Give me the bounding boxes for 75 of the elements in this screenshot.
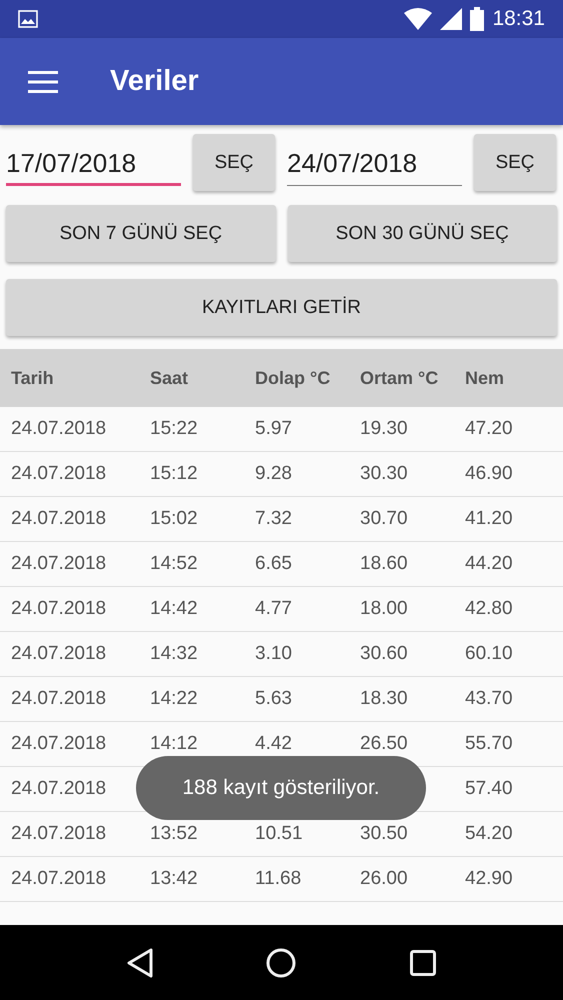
select-date-button[interactable]: SEÇ [193,134,275,191]
table-cell-text: 30.50 [360,823,409,845]
table-cell-text: 6.65 [255,553,293,575]
column-header: Nem [465,368,506,388]
table-cell-text: 43.70 [465,688,514,710]
battery-icon [470,7,484,31]
column-header: Ortam °C [360,368,440,388]
table-cell-text: 60.10 [465,643,514,665]
screen-title: Veriler [110,65,199,98]
clock: 18:31 [492,7,545,31]
table-cell-text: 19.30 [360,418,409,440]
column-header: Saat [150,368,190,388]
table-cell-text: 14:22 [150,688,199,710]
select-date-button[interactable]: SEÇ [474,134,556,191]
date-field[interactable]: 17/07/2018 [6,140,181,186]
table-cell-text: 24.07.2018 [11,733,108,755]
table-cell-text: 26.00 [360,868,409,890]
table-cell-text: 5.97 [255,418,293,440]
table-cell-text: 57.40 [465,778,514,800]
table-cell-text: 42.90 [465,868,514,890]
wifi-icon [404,8,432,30]
table-cell-text: 14:42 [150,598,199,620]
table-cell-text: 11.68 [255,868,302,890]
table-cell-text: 7.32 [255,508,293,530]
table-cell-text: 30.70 [360,508,409,530]
table-cell-text: 24.07.2018 [11,463,108,485]
table-cell-text: 47.20 [465,418,514,440]
table-cell-text: 15:22 [150,418,199,440]
table-cell-text: 24.07.2018 [11,778,108,800]
table-cell-text: 9.28 [255,463,293,485]
table-cell-text: 4.42 [255,733,293,755]
table-cell-text: 24.07.2018 [11,553,108,575]
table-cell-text: 18.00 [360,598,409,620]
table-cell-text: 55.70 [465,733,514,755]
table-cell-text: 24.07.2018 [11,598,108,620]
table-cell-text: 4.77 [255,598,293,620]
table-cell-text: 18.30 [360,688,409,710]
table-cell-text: 41.20 [465,508,514,530]
table-cell-text: 24.07.2018 [11,643,108,665]
back-icon[interactable] [126,948,153,978]
table-cell-text: 13:42 [150,868,199,890]
toast-message: 188 kayıt gösteriliyor. [136,756,426,820]
table-cell-text: 15:12 [150,463,199,485]
fetch-records-button[interactable]: KAYITLARI GETİR [6,279,557,336]
column-header: Tarih [11,368,55,388]
table-cell-text: 42.80 [465,598,514,620]
recents-icon[interactable] [410,950,436,976]
table-cell-text: 5.63 [255,688,293,710]
table-cell-text: 15:02 [150,508,199,530]
table-cell-text: 46.90 [465,463,514,485]
table-cell-text: 24.07.2018 [11,418,108,440]
table-cell-text: 14:32 [150,643,199,665]
table-cell-text: 26.50 [360,733,409,755]
table-cell-text: 10.51 [255,823,304,845]
table-cell-text: 24.07.2018 [11,688,108,710]
table-cell-text: 18.60 [360,553,409,575]
home-icon[interactable] [266,948,296,978]
table-cell-text: 44.20 [465,553,514,575]
date-field[interactable]: 24/07/2018 [287,140,462,186]
signal-icon [440,8,462,30]
table-cell-text: 24.07.2018 [11,868,108,890]
column-header: Dolap °C [255,368,332,388]
range-button[interactable]: SON 30 GÜNÜ SEÇ [288,205,557,262]
table-cell-text: 14:52 [150,553,199,575]
table-cell-text: 30.60 [360,643,409,665]
menu-icon[interactable] [28,70,58,92]
table-cell-text: 54.20 [465,823,514,845]
table-cell-text: 24.07.2018 [11,508,108,530]
range-button[interactable]: SON 7 GÜNÜ SEÇ [6,205,276,262]
table-cell-text: 14:12 [150,733,199,755]
table-cell-text: 13:52 [150,823,199,845]
table-cell-text: 3.10 [255,643,293,665]
image-icon [18,10,38,28]
table-cell-text: 24.07.2018 [11,823,108,845]
table-cell-text: 30.30 [360,463,409,485]
